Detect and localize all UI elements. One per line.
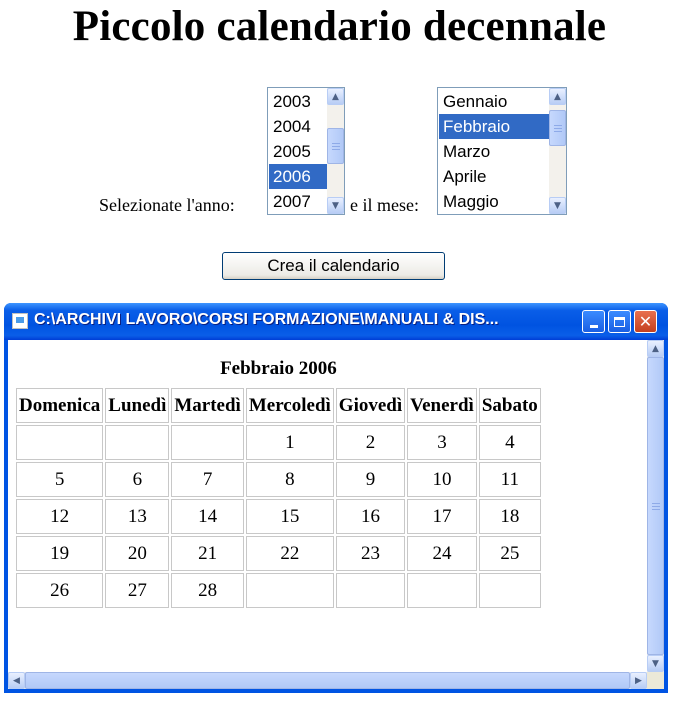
scroll-thumb[interactable] (549, 110, 566, 146)
close-icon[interactable]: ✕ (634, 310, 657, 333)
page-title: Piccolo calendario decennale (72, 3, 607, 50)
year-label: Selezionate l'anno: (99, 195, 235, 215)
weekday-header-row: Domenica Lunedì Martedì Mercoledì Gioved… (16, 388, 541, 423)
week-row: 26 27 28 (16, 573, 541, 608)
window-title: C:\ARCHIVI LAVORO\CORSI FORMAZIONE\MANUA… (34, 311, 499, 328)
week-row: 12 13 14 15 16 17 18 (16, 499, 541, 534)
day-cell: 1 (245, 425, 334, 460)
calendar-popup-window: C:\ARCHIVI LAVORO\CORSI FORMAZIONE\MANUA… (4, 303, 668, 693)
create-calendar-button[interactable]: Crea il calendario (222, 252, 445, 280)
day-cell: 6 (105, 462, 170, 497)
day-cell: 25 (478, 536, 541, 571)
scroll-thumb[interactable] (25, 672, 630, 689)
year-select[interactable]: 2003 2004 2005 2006 2007 ▲ ▼ (267, 87, 345, 215)
maximize-icon[interactable] (608, 310, 631, 333)
day-cell (105, 425, 170, 460)
month-option[interactable]: Gennaio (439, 89, 549, 114)
minimize-icon[interactable] (582, 310, 605, 333)
month-option[interactable]: Maggio (439, 189, 549, 214)
day-cell: 12 (16, 499, 104, 534)
day-cell: 10 (407, 462, 477, 497)
weekday-header: Lunedì (105, 388, 170, 423)
day-cell: 23 (335, 536, 406, 571)
day-cell: 9 (335, 462, 406, 497)
month-option[interactable]: Aprile (439, 164, 549, 189)
scroll-down-arrow-icon[interactable]: ▼ (647, 655, 664, 672)
day-cell: 27 (105, 573, 170, 608)
popup-content: Febbraio 2006 Domenica Lunedì Martedì Me… (8, 340, 664, 689)
scroll-right-arrow-icon[interactable]: ▶ (630, 672, 647, 689)
day-cell: 3 (407, 425, 477, 460)
day-cell: 15 (245, 499, 334, 534)
scroll-up-arrow-icon[interactable]: ▲ (647, 340, 664, 357)
year-select-scrollbar[interactable]: ▲ ▼ (327, 88, 344, 214)
scroll-left-arrow-icon[interactable]: ◀ (8, 672, 25, 689)
scroll-up-arrow-icon[interactable]: ▲ (549, 88, 566, 105)
week-row: 1 2 3 4 (16, 425, 541, 460)
day-cell (171, 425, 244, 460)
day-cell: 5 (16, 462, 104, 497)
day-cell: 19 (16, 536, 104, 571)
weekday-header: Martedì (171, 388, 244, 423)
year-option[interactable]: 2003 (269, 89, 327, 114)
scroll-down-arrow-icon[interactable]: ▼ (327, 197, 344, 214)
week-row: 5 6 7 8 9 10 11 (16, 462, 541, 497)
week-row: 19 20 21 22 23 24 25 (16, 536, 541, 571)
month-option[interactable]: Marzo (439, 139, 549, 164)
ie-window-icon (12, 313, 28, 329)
year-option[interactable]: 2005 (269, 139, 327, 164)
day-cell (478, 573, 541, 608)
calendar-table: Febbraio 2006 Domenica Lunedì Martedì Me… (14, 350, 543, 610)
day-cell (16, 425, 104, 460)
weekday-header: Giovedì (335, 388, 406, 423)
year-option[interactable]: 2007 (269, 189, 327, 214)
month-option-selected[interactable]: Febbraio (439, 114, 549, 139)
day-cell: 17 (407, 499, 477, 534)
day-cell: 2 (335, 425, 406, 460)
day-cell: 4 (478, 425, 541, 460)
month-select-scrollbar[interactable]: ▲ ▼ (549, 88, 566, 214)
day-cell: 11 (478, 462, 541, 497)
scroll-thumb[interactable] (327, 128, 344, 164)
day-cell: 22 (245, 536, 334, 571)
month-select[interactable]: Gennaio Febbraio Marzo Aprile Maggio ▲ ▼ (437, 87, 567, 215)
month-label: e il mese: (350, 195, 419, 215)
weekday-header: Domenica (16, 388, 104, 423)
year-option-selected[interactable]: 2006 (269, 164, 327, 189)
day-cell (335, 573, 406, 608)
year-option[interactable]: 2004 (269, 114, 327, 139)
day-cell: 20 (105, 536, 170, 571)
scroll-down-arrow-icon[interactable]: ▼ (549, 197, 566, 214)
day-cell: 28 (171, 573, 244, 608)
day-cell (245, 573, 334, 608)
weekday-header: Mercoledì (245, 388, 334, 423)
day-cell: 8 (245, 462, 334, 497)
calendar-caption: Febbraio 2006 (220, 358, 337, 379)
window-titlebar[interactable]: C:\ARCHIVI LAVORO\CORSI FORMAZIONE\MANUA… (4, 303, 668, 340)
day-cell: 7 (171, 462, 244, 497)
popup-vertical-scrollbar[interactable]: ▲ ▼ (647, 340, 664, 672)
day-cell (407, 573, 477, 608)
day-cell: 14 (171, 499, 244, 534)
day-cell: 16 (335, 499, 406, 534)
scroll-thumb[interactable] (647, 357, 664, 655)
weekday-header: Venerdì (407, 388, 477, 423)
day-cell: 26 (16, 573, 104, 608)
day-cell: 24 (407, 536, 477, 571)
scroll-up-arrow-icon[interactable]: ▲ (327, 88, 344, 105)
scrollbar-corner (647, 672, 664, 689)
day-cell: 13 (105, 499, 170, 534)
popup-horizontal-scrollbar[interactable]: ◀ ▶ (8, 672, 647, 689)
day-cell: 18 (478, 499, 541, 534)
day-cell: 21 (171, 536, 244, 571)
weekday-header: Sabato (478, 388, 541, 423)
